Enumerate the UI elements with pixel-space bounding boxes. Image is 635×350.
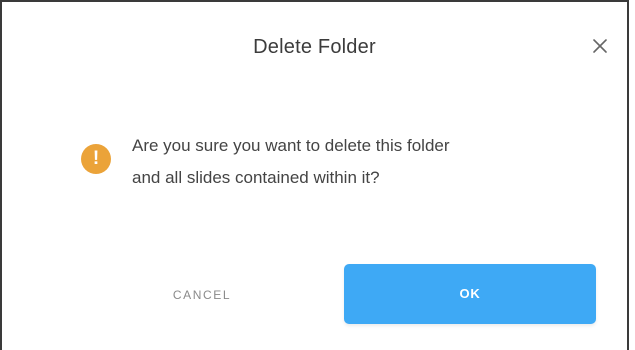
dialog-title: Delete Folder (253, 36, 376, 58)
close-icon[interactable] (591, 37, 609, 55)
message-line-2: and all slides contained within it? (132, 168, 380, 187)
confirmation-message: Are you sure you want to delete this fol… (132, 130, 572, 194)
exclamation-icon: ! (81, 144, 111, 174)
message-line-1: Are you sure you want to delete this fol… (132, 136, 450, 155)
cancel-button[interactable]: CANCEL (157, 280, 247, 308)
ok-button[interactable]: OK (344, 264, 596, 324)
delete-folder-dialog: Delete Folder ! Are you sure you want to… (0, 0, 629, 350)
